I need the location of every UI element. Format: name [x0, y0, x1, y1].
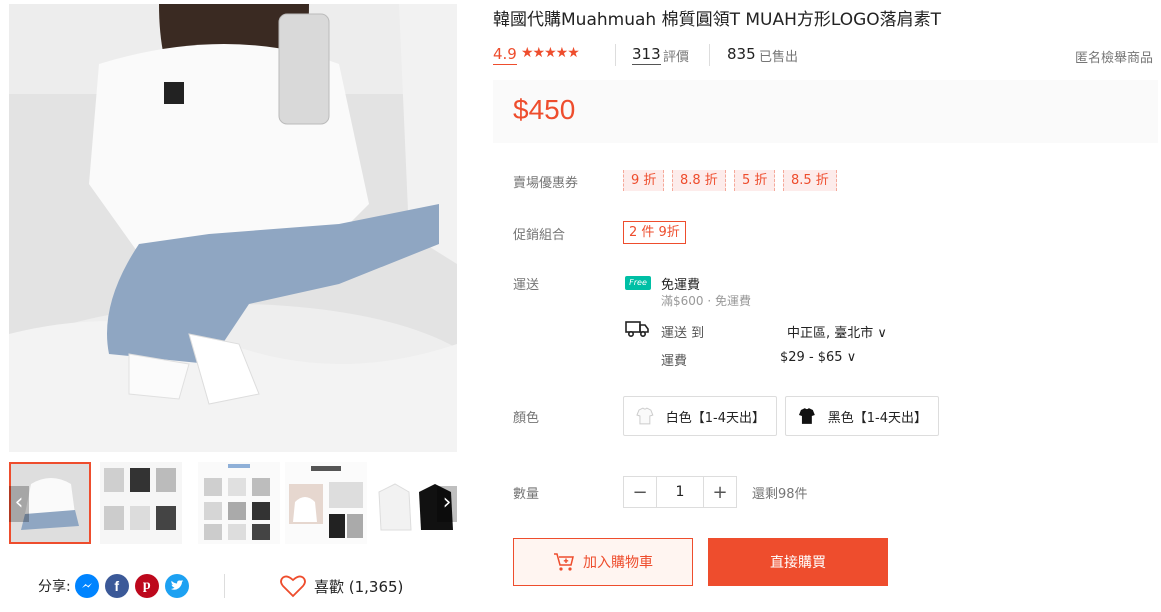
- shipping-fee-dropdown[interactable]: $29 - $65 ∨: [780, 350, 856, 365]
- quantity-label: 數量: [513, 487, 540, 502]
- thumbnail-strip: ‹ ›: [9, 462, 457, 546]
- product-price: $450: [513, 94, 576, 125]
- messenger-icon[interactable]: [74, 574, 99, 598]
- stats-divider: [709, 44, 710, 66]
- quantity-input[interactable]: 1: [656, 477, 704, 507]
- quantity-plus-button[interactable]: +: [704, 477, 736, 507]
- combo-label: 促銷組合: [513, 228, 566, 243]
- truck-icon: [625, 321, 649, 338]
- share-label: 分享:: [38, 579, 71, 595]
- voucher-tag[interactable]: 8.5 折: [783, 170, 837, 191]
- voucher-tag[interactable]: 8.8 折: [672, 170, 726, 191]
- product-photo-illustration: [9, 4, 457, 452]
- thumbnail-2[interactable]: [100, 462, 182, 544]
- thumbnail-image: [198, 462, 280, 544]
- ship-to-dropdown[interactable]: 中正區, 臺北市 ∨: [787, 322, 887, 341]
- product-main-image[interactable]: [9, 4, 457, 452]
- buy-now-button[interactable]: 直接購買: [708, 538, 888, 586]
- sold-count: 835: [727, 45, 756, 63]
- thumbnail-4[interactable]: [285, 462, 367, 544]
- white-tshirt-icon: [636, 407, 654, 425]
- thumbnail-image: [285, 462, 367, 544]
- like-count: 喜歡 (1,365): [314, 577, 404, 596]
- add-to-cart-label: 加入購物車: [583, 555, 653, 571]
- combo-tag[interactable]: 2 件 9折: [623, 221, 686, 244]
- rating-value[interactable]: 4.9: [493, 44, 517, 65]
- color-option-label: 白色【1-4天出】: [665, 410, 766, 426]
- free-shipping-icon: Free: [625, 276, 651, 290]
- shipping-label: 運送: [513, 278, 540, 293]
- free-shipping-title: 免運費: [661, 278, 701, 293]
- product-title: 韓國代購Muahmuah 棉質圓領T MUAH方形LOGO落肩素T: [493, 10, 942, 30]
- vouchers-label: 賣場優惠券: [513, 176, 579, 191]
- report-link[interactable]: 匿名檢舉商品: [1075, 47, 1153, 66]
- color-option-black[interactable]: 黑色【1-4天出】: [785, 396, 939, 436]
- cart-plus-icon: [554, 553, 574, 571]
- ship-to-label: 運送 到: [661, 326, 705, 341]
- like-button[interactable]: 喜歡 (1,365): [280, 572, 403, 600]
- product-stats: 4.9 ★★★★★ 313 評價 835 已售出 匿名檢舉商品: [493, 44, 1153, 66]
- chevron-left-icon: ‹: [14, 490, 24, 515]
- add-to-cart-button[interactable]: 加入購物車: [513, 538, 693, 586]
- chevron-right-icon: ›: [442, 490, 452, 515]
- color-label: 顏色: [513, 411, 540, 426]
- thumbnail-image: [100, 462, 182, 544]
- shipping-fee-label: 運費: [661, 354, 688, 369]
- twitter-icon[interactable]: [164, 574, 189, 598]
- buy-now-label: 直接購買: [770, 555, 826, 571]
- reviews-count[interactable]: 313: [632, 44, 661, 65]
- thumbnail-next-button[interactable]: ›: [437, 486, 457, 522]
- price-box: $450: [493, 80, 1158, 143]
- voucher-tag[interactable]: 5 折: [734, 170, 776, 191]
- share-row: 分享: f p: [38, 572, 195, 600]
- facebook-icon[interactable]: f: [104, 574, 129, 598]
- thumbnail-prev-button[interactable]: ‹: [9, 486, 29, 522]
- black-tshirt-icon: [798, 408, 815, 424]
- voucher-tag[interactable]: 9 折: [623, 170, 665, 191]
- heart-icon: [280, 575, 306, 598]
- quantity-minus-button[interactable]: −: [624, 477, 656, 507]
- thumbnail-3[interactable]: [198, 462, 280, 544]
- stats-divider: [615, 44, 616, 66]
- quantity-stepper: − 1 +: [623, 476, 737, 508]
- sold-label: 已售出: [759, 50, 799, 65]
- reviews-label: 評價: [663, 50, 690, 65]
- color-option-label: 黑色【1-4天出】: [827, 410, 928, 426]
- share-divider: [224, 574, 225, 598]
- stock-remaining: 還剩98件: [752, 487, 808, 502]
- pinterest-icon[interactable]: p: [134, 574, 159, 598]
- rating-stars-icon: ★★★★★: [521, 45, 580, 61]
- color-option-white[interactable]: 白色【1-4天出】: [623, 396, 777, 436]
- free-shipping-condition: 滿$600 · 免運費: [661, 294, 751, 308]
